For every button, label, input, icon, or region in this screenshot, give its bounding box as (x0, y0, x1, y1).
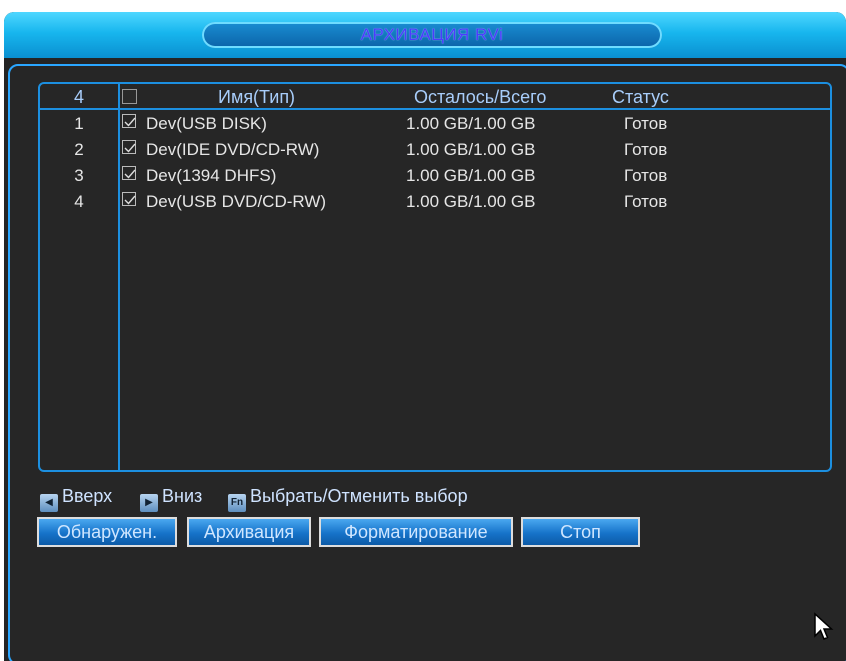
device-name: Dev(IDE DVD/CD-RW) (146, 140, 320, 159)
header-space: Осталось/Всего (414, 87, 547, 107)
row-number: 4 (74, 192, 84, 211)
detect-button[interactable]: Обнаружен. (37, 517, 177, 547)
fn-key-icon: Fn (228, 494, 246, 512)
device-space: 1.00 GB/1.00 GB (406, 192, 536, 211)
select-all-checkbox[interactable] (122, 89, 137, 104)
row-number: 1 (74, 114, 84, 133)
window-title: АРХИВАЦИЯ RVi (360, 25, 504, 44)
header-divider (40, 108, 830, 110)
row-checkbox[interactable] (122, 114, 136, 128)
hint-select-label: Выбрать/Отменить выбор (250, 486, 468, 506)
hint-up-label: Вверх (62, 486, 113, 506)
format-button[interactable]: Форматирование (319, 517, 513, 547)
table-row[interactable]: 1 Dev(USB DISK) 1.00 GB/1.00 GB Готов (40, 112, 830, 138)
hint-up: ◀ Вверх (40, 485, 113, 512)
device-table: 4 Имя(Тип) Осталось/Всего Статус 1 Dev(U… (38, 82, 832, 472)
device-space: 1.00 GB/1.00 GB (406, 166, 536, 185)
hint-down-label: Вниз (162, 486, 203, 506)
device-status: Готов (624, 166, 668, 185)
header-name: Имя(Тип) (218, 87, 296, 107)
row-number: 2 (74, 140, 84, 159)
device-space: 1.00 GB/1.00 GB (406, 140, 536, 159)
device-status: Готов (624, 114, 668, 133)
table-row[interactable]: 2 Dev(IDE DVD/CD-RW) 1.00 GB/1.00 GB Гот… (40, 138, 830, 164)
title-bar: АРХИВАЦИЯ RVi (4, 12, 846, 58)
device-name: Dev(1394 DHFS) (146, 166, 277, 185)
device-space: 1.00 GB/1.00 GB (406, 114, 536, 133)
row-checkbox[interactable] (122, 192, 136, 206)
device-status: Готов (624, 140, 668, 159)
table-row[interactable]: 3 Dev(1394 DHFS) 1.00 GB/1.00 GB Готов (40, 164, 830, 190)
row-checkbox[interactable] (122, 166, 136, 180)
backup-button[interactable]: Архивация (187, 517, 311, 547)
row-checkbox[interactable] (122, 140, 136, 154)
device-name: Dev(USB DVD/CD-RW) (146, 192, 327, 211)
device-name: Dev(USB DISK) (146, 114, 267, 133)
stop-button[interactable]: Стоп (521, 517, 640, 547)
row-number: 3 (74, 166, 84, 185)
device-status: Готов (624, 192, 668, 211)
title-pill: АРХИВАЦИЯ RVi (202, 22, 662, 48)
skip-forward-icon: ▶ (140, 494, 158, 512)
mouse-pointer-icon (814, 612, 834, 640)
skip-back-icon: ◀ (40, 494, 58, 512)
header-count: 4 (73, 87, 84, 107)
table-row[interactable]: 4 Dev(USB DVD/CD-RW) 1.00 GB/1.00 GB Гот… (40, 190, 830, 216)
hint-down: ▶ Вниз (140, 485, 203, 512)
header-status: Статус (612, 87, 669, 107)
hint-select: Fn Выбрать/Отменить выбор (228, 485, 468, 512)
